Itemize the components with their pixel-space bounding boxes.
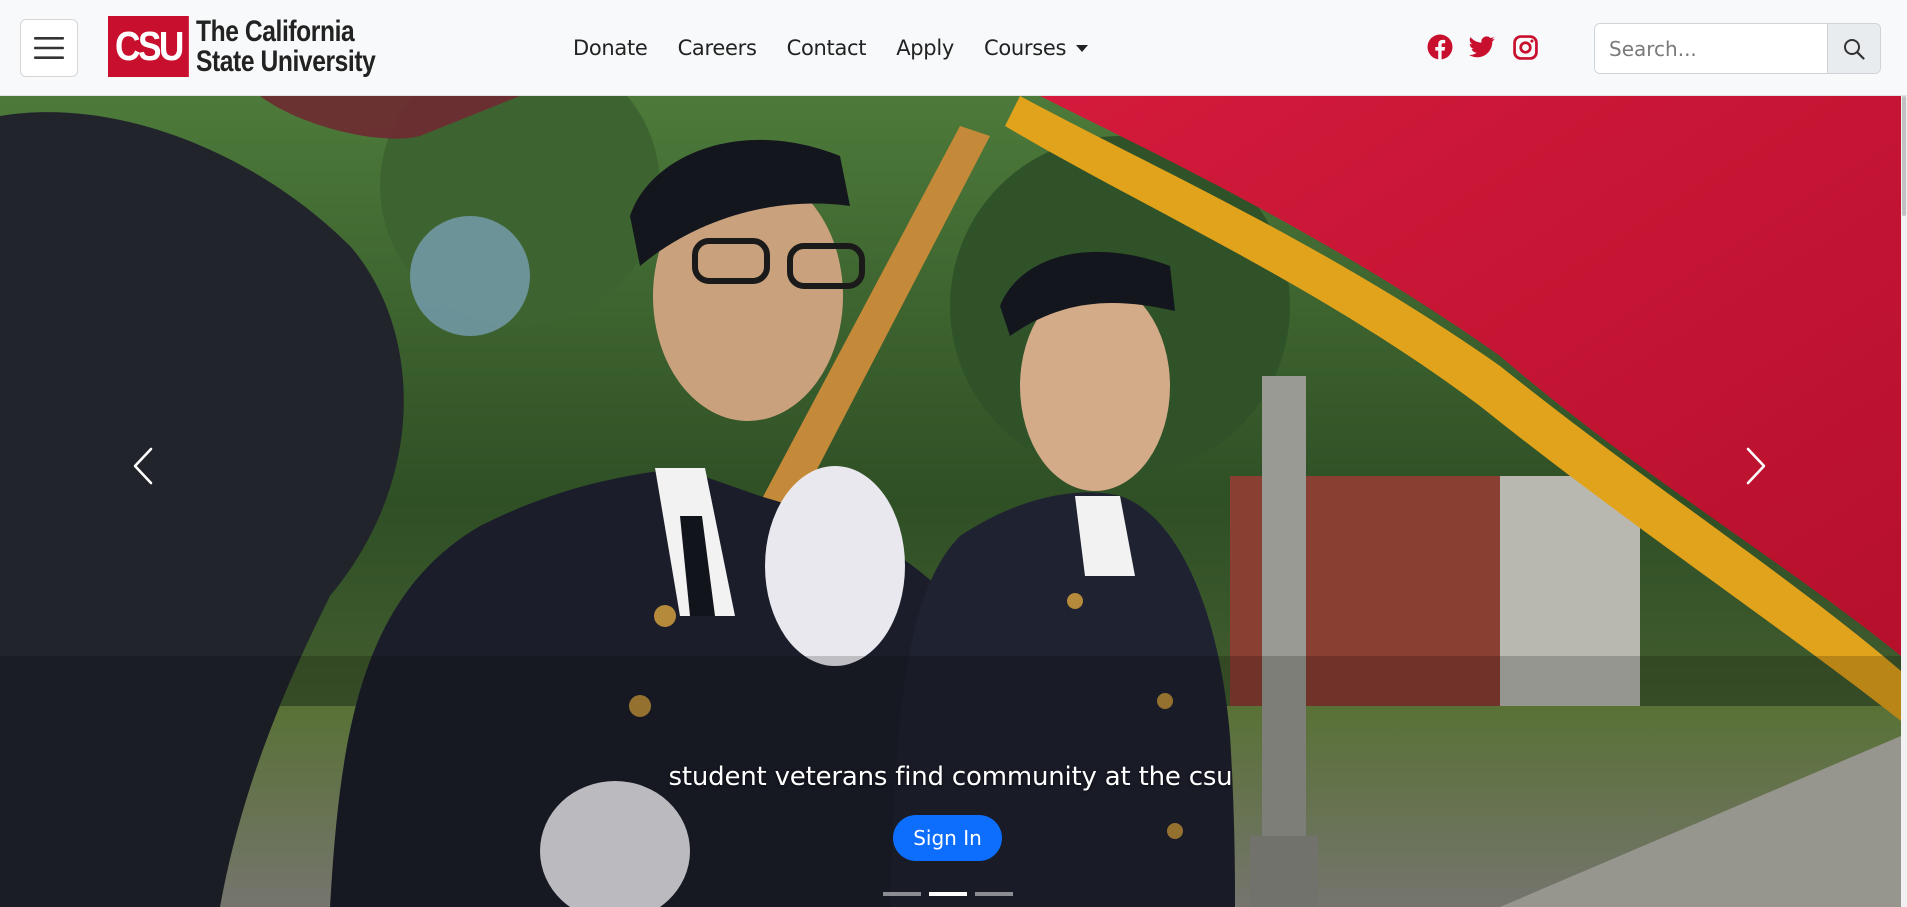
navbar: CSU The California State University Dona…: [0, 0, 1907, 96]
search-icon: [1844, 38, 1865, 60]
hero-carousel: student veterans find community at the c…: [0, 96, 1901, 907]
facebook-icon: [1427, 34, 1453, 60]
nav-link-careers[interactable]: Careers: [678, 36, 757, 60]
carousel-next-button[interactable]: [1721, 426, 1791, 506]
sign-in-button[interactable]: Sign In: [893, 815, 1002, 861]
search-button[interactable]: [1827, 24, 1880, 73]
carousel-indicator-1[interactable]: [883, 892, 921, 896]
brand-line-2: State University: [196, 44, 376, 78]
twitter-icon: [1469, 36, 1495, 58]
caret-down-icon: [1076, 44, 1089, 52]
main-nav: Donate Careers Contact Apply Courses: [573, 0, 1118, 96]
nav-link-apply[interactable]: Apply: [896, 36, 954, 60]
carousel-indicator-3[interactable]: [975, 892, 1013, 896]
brand-logo-link[interactable]: CSU The California State University: [108, 16, 415, 77]
search-input[interactable]: [1595, 24, 1827, 73]
nav-dropdown-label: Courses: [984, 36, 1067, 60]
instagram-link[interactable]: [1510, 32, 1540, 62]
menu-toggle-button[interactable]: [20, 19, 78, 77]
carousel-prev-button[interactable]: [108, 426, 178, 506]
chevron-right-icon: [1746, 447, 1766, 485]
search-form: [1594, 23, 1881, 74]
hamburger-icon: [34, 37, 64, 59]
scrollbar-thumb[interactable]: [1902, 96, 1906, 216]
csu-logo-mark: CSU: [108, 16, 189, 77]
instagram-icon: [1512, 34, 1538, 60]
nav-dropdown-courses[interactable]: Courses: [984, 36, 1089, 60]
facebook-link[interactable]: [1425, 32, 1455, 62]
nav-link-donate[interactable]: Donate: [573, 36, 648, 60]
nav-link-contact[interactable]: Contact: [787, 36, 867, 60]
twitter-link[interactable]: [1467, 32, 1497, 62]
brand-line-1: The California: [196, 14, 355, 48]
brand-wordmark: The California State University: [196, 14, 376, 78]
chevron-left-icon: [133, 447, 153, 485]
carousel-indicator-2[interactable]: [929, 892, 967, 896]
page-scrollbar[interactable]: [1901, 96, 1907, 907]
carousel-caption: student veterans find community at the c…: [668, 762, 1233, 792]
carousel-indicators: [883, 892, 1021, 896]
